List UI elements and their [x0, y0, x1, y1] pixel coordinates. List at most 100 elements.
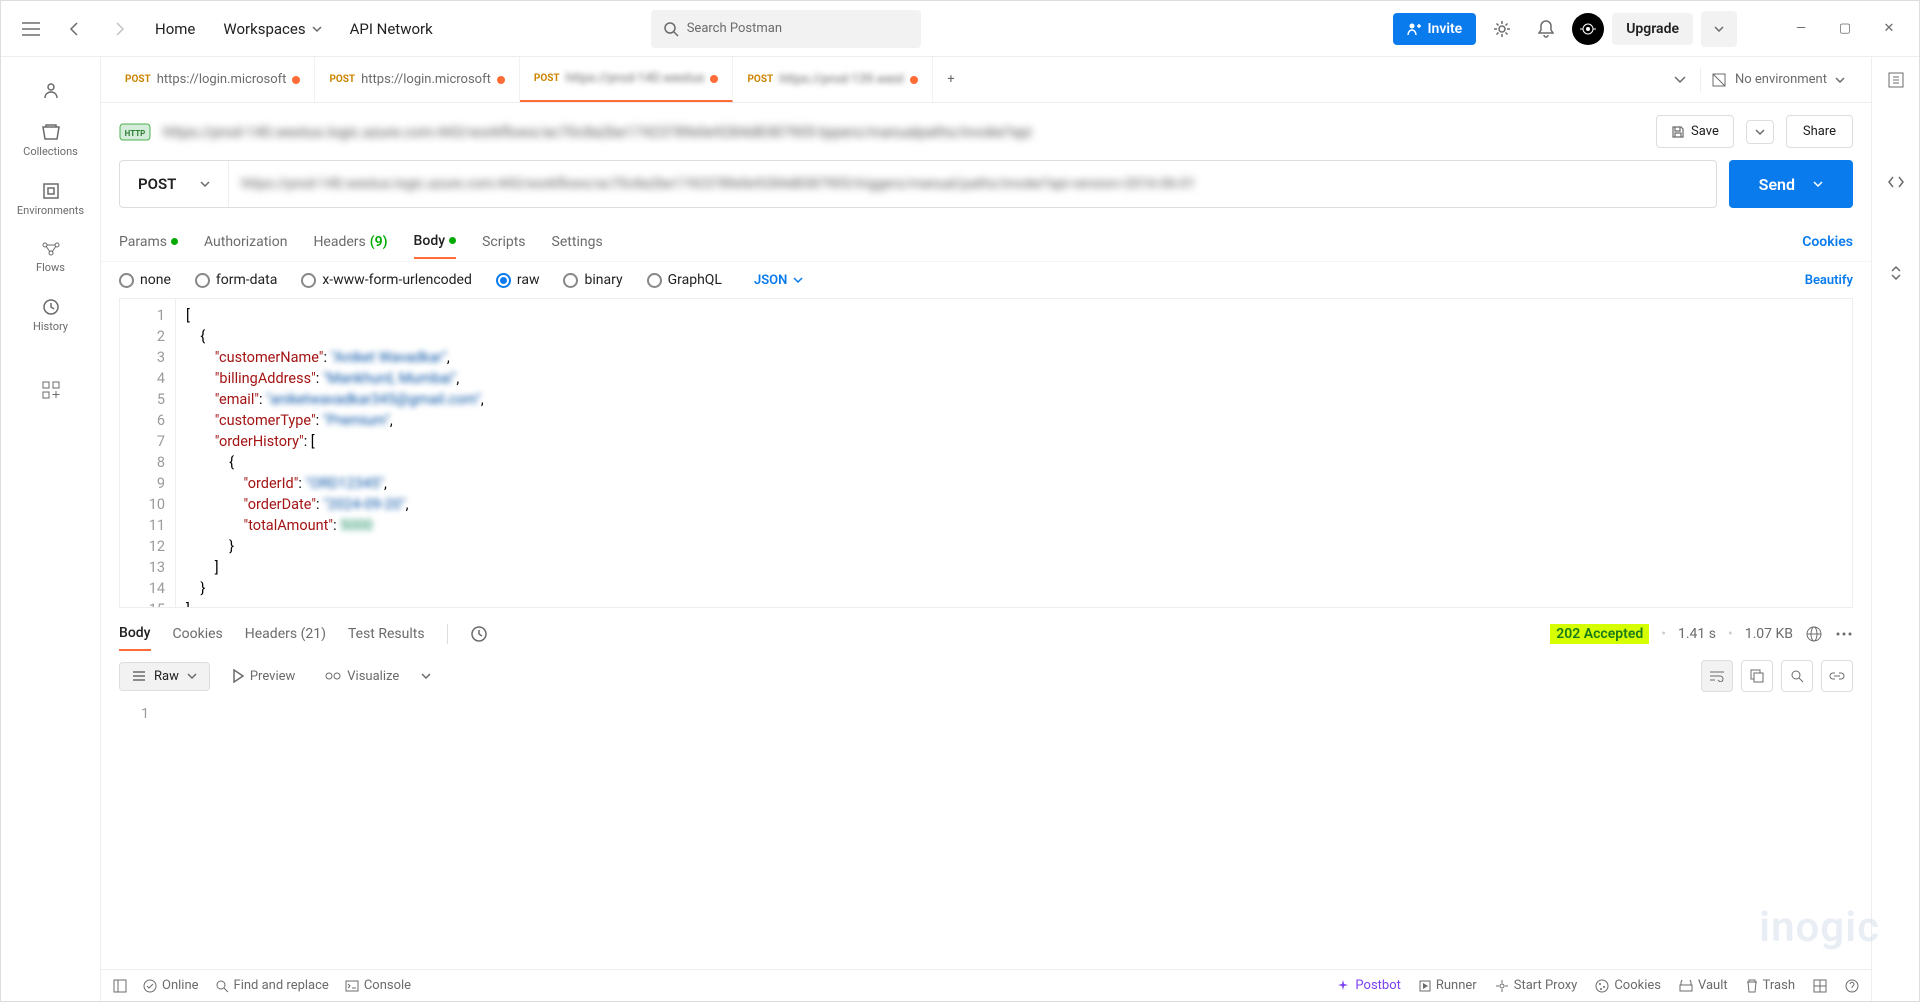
body-options: none form-data x-www-form-urlencoded raw… — [101, 262, 1871, 298]
tab-3[interactable]: POSThttps://prod-139.west — [733, 57, 933, 102]
sidebar-flows[interactable]: Flows — [1, 231, 100, 284]
tab-body[interactable]: Body — [414, 225, 457, 259]
sidebar-environments[interactable]: Environments — [1, 172, 100, 227]
visualize-button[interactable]: Visualize — [317, 663, 407, 690]
console[interactable]: Console — [345, 978, 411, 993]
response-format-selector[interactable]: Raw — [119, 662, 210, 691]
resp-tab-body[interactable]: Body — [119, 617, 151, 651]
code-area[interactable]: [ { "customerName": "Aniket Wavadkar", "… — [176, 299, 1852, 607]
search-icon — [215, 979, 229, 993]
flows-icon — [41, 241, 61, 257]
resp-tab-headers[interactable]: Headers (21) — [245, 618, 326, 650]
globe-icon[interactable] — [1805, 625, 1823, 643]
avatar[interactable] — [1572, 13, 1604, 45]
send-button[interactable]: Send — [1729, 160, 1853, 208]
find-replace[interactable]: Find and replace — [215, 978, 329, 993]
sidebar-collections[interactable]: Collections — [1, 113, 100, 168]
save-dropdown[interactable] — [1746, 120, 1774, 144]
url-input[interactable]: https://prod-140.westus.logic.azure.com:… — [229, 176, 1715, 192]
raw-type-selector[interactable]: JSON — [754, 273, 803, 288]
request-header: HTTP https://prod-140.westus.logic.azure… — [101, 103, 1871, 160]
link-icon[interactable] — [1821, 660, 1853, 692]
upgrade-button[interactable]: Upgrade — [1612, 13, 1693, 45]
search-response-icon[interactable] — [1781, 660, 1813, 692]
tab-2[interactable]: POSThttps://prod-140.westus — [520, 57, 734, 102]
postbot[interactable]: Postbot — [1336, 978, 1400, 993]
body-xwww[interactable]: x-www-form-urlencoded — [301, 272, 472, 288]
tabs-dropdown-icon[interactable] — [1674, 76, 1686, 84]
beautify-button[interactable]: Beautify — [1805, 273, 1853, 288]
start-proxy[interactable]: Start Proxy — [1495, 978, 1578, 993]
online-status[interactable]: Online — [143, 978, 199, 993]
sidebar-add-icon[interactable] — [1, 371, 100, 409]
invite-button[interactable]: Invite — [1393, 13, 1476, 45]
no-env-icon — [1711, 72, 1727, 88]
runner[interactable]: Runner — [1419, 978, 1477, 993]
sidebar-history[interactable]: History — [1, 288, 100, 343]
body-editor[interactable]: 123456789101112131415 [ { "customerName"… — [119, 298, 1853, 608]
sidebar-user-icon[interactable] — [1, 71, 100, 109]
more-icon[interactable] — [1835, 632, 1853, 636]
resp-tab-cookies[interactable]: Cookies — [173, 618, 223, 650]
response-time: 1.41 s — [1678, 626, 1716, 642]
window-close[interactable]: ✕ — [1871, 11, 1907, 47]
body-binary[interactable]: binary — [563, 272, 622, 288]
upgrade-dropdown[interactable] — [1701, 11, 1737, 47]
copy-icon[interactable] — [1741, 660, 1773, 692]
preview-button[interactable]: Preview — [224, 663, 303, 690]
save-icon — [1671, 125, 1685, 139]
status-badge: 202 Accepted — [1550, 624, 1649, 644]
tab-authorization[interactable]: Authorization — [204, 226, 287, 258]
vault-icon — [1679, 980, 1693, 992]
window-maximize[interactable]: ▢ — [1827, 11, 1863, 47]
nav-home[interactable]: Home — [145, 14, 205, 44]
console-icon — [345, 980, 359, 992]
tab-scripts[interactable]: Scripts — [482, 226, 525, 258]
share-button[interactable]: Share — [1786, 115, 1853, 148]
layout-icon[interactable] — [1813, 979, 1827, 993]
help-icon[interactable] — [1845, 979, 1859, 993]
response-body[interactable]: 1 — [101, 702, 1871, 726]
visualize-dropdown[interactable] — [421, 673, 431, 679]
forward-icon[interactable] — [101, 11, 137, 47]
response-size: 1.07 KB — [1745, 626, 1793, 642]
cookies-link[interactable]: Cookies — [1802, 234, 1853, 250]
tab-0[interactable]: POSThttps://login.microsoft — [111, 57, 315, 102]
back-icon[interactable] — [57, 11, 93, 47]
footer-cookies[interactable]: Cookies — [1595, 978, 1661, 993]
http-badge-icon: HTTP — [119, 120, 151, 144]
nav-api-network[interactable]: API Network — [340, 14, 443, 44]
body-graphql[interactable]: GraphQL — [647, 272, 722, 288]
body-form-data[interactable]: form-data — [195, 272, 277, 288]
environment-selector[interactable]: No environment — [1700, 68, 1855, 92]
new-tab[interactable]: + — [933, 72, 968, 87]
tab-1[interactable]: POSThttps://login.microsoft — [315, 57, 519, 102]
search-icon — [663, 21, 679, 37]
settings-icon[interactable] — [1484, 11, 1520, 47]
tab-headers[interactable]: Headers (9) — [313, 226, 387, 258]
code-icon[interactable] — [1887, 175, 1905, 189]
env-quick-icon[interactable] — [1887, 71, 1905, 89]
nav-workspaces[interactable]: Workspaces — [213, 14, 331, 44]
expand-icon[interactable] — [1889, 265, 1903, 281]
tab-params[interactable]: Params — [119, 226, 178, 258]
resp-tab-test-results[interactable]: Test Results — [348, 618, 425, 650]
hamburger-icon[interactable] — [13, 11, 49, 47]
collections-icon — [41, 123, 61, 141]
method-selector[interactable]: POST — [120, 161, 229, 207]
save-button[interactable]: Save — [1656, 115, 1734, 148]
request-tabs: Params Authorization Headers (9) Body Sc… — [101, 222, 1871, 262]
trash[interactable]: Trash — [1746, 978, 1795, 993]
tab-settings[interactable]: Settings — [552, 226, 603, 258]
environments-icon — [42, 182, 60, 200]
vault[interactable]: Vault — [1679, 978, 1728, 993]
bell-icon[interactable] — [1528, 11, 1564, 47]
window-minimize[interactable]: — — [1783, 11, 1819, 47]
history-clock-icon[interactable] — [470, 625, 488, 643]
body-raw[interactable]: raw — [496, 272, 540, 288]
search-input[interactable]: Search Postman — [651, 10, 921, 48]
panel-toggle-icon[interactable] — [113, 979, 127, 993]
body-none[interactable]: none — [119, 272, 171, 288]
wrap-icon[interactable] — [1701, 660, 1733, 692]
right-sidebar-icons — [1871, 57, 1919, 1001]
